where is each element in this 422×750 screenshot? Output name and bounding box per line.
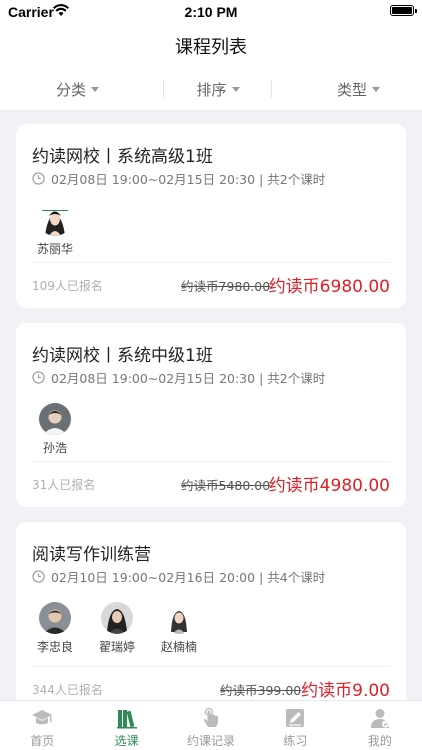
course-price: 约读币4980.00 xyxy=(268,476,390,496)
teacher-avatar xyxy=(39,403,71,435)
course-time-text: 02月08日 19:00~02月15日 20:30 | 共2个课时 xyxy=(51,371,326,386)
tab-profile[interactable]: 我的 xyxy=(338,701,422,750)
filter-category-label: 分类 xyxy=(56,80,87,99)
navigation-header: 课程列表 xyxy=(0,24,422,68)
teacher-name: 李忠良 xyxy=(36,640,73,654)
course-list[interactable]: 约读网校丨系统高级1班 02月08日 19:00~02月15日 20:30 | … xyxy=(0,110,422,700)
teacher[interactable]: 孙浩 xyxy=(32,403,78,456)
course-schedule: 02月10日 19:00~02月16日 20:00 | 共4个课时 xyxy=(32,567,325,586)
course-card[interactable]: 约读网校丨系统中级1班 02月08日 19:00~02月15日 20:30 | … xyxy=(16,323,406,507)
tab-courses[interactable]: 选课 xyxy=(84,701,168,750)
tab-profile-label: 我的 xyxy=(367,734,392,748)
filter-sort[interactable]: 排序 xyxy=(164,68,272,110)
enrolled-count: 109人已报名 xyxy=(32,279,103,293)
teacher-name: 翟瑞婷 xyxy=(98,640,135,654)
original-price: 约读币399.00 xyxy=(220,683,302,698)
graduation-cap-icon xyxy=(32,710,53,725)
course-time-text: 02月10日 19:00~02月16日 20:00 | 共4个课时 xyxy=(51,570,326,585)
card-divider xyxy=(32,461,390,462)
teacher-avatar xyxy=(39,602,71,634)
tab-home[interactable]: 首页 xyxy=(0,701,84,750)
card-divider xyxy=(32,262,390,263)
clock-icon xyxy=(32,371,45,384)
clock-icon xyxy=(32,570,45,583)
course-price: 约读币6980.00 xyxy=(268,277,390,297)
course-card[interactable]: 约读网校丨系统高级1班 02月08日 19:00~02月15日 20:30 | … xyxy=(16,124,406,308)
teacher-avatar xyxy=(39,204,71,236)
filter-type-label: 类型 xyxy=(336,80,367,99)
filter-category[interactable]: 分类 xyxy=(0,68,164,110)
teacher-name: 赵楠楠 xyxy=(160,640,197,654)
filter-bar: 分类 排序 类型 xyxy=(0,68,422,110)
course-card[interactable]: 阅读写作训练营 02月10日 19:00~02月16日 20:00 | 共4个课… xyxy=(16,522,406,700)
teacher[interactable]: 苏丽华 xyxy=(32,204,78,257)
user-icon xyxy=(370,709,389,728)
battery-icon xyxy=(390,5,414,16)
hand-pointer-icon xyxy=(203,707,219,727)
teacher-avatar xyxy=(163,602,195,634)
books-icon xyxy=(116,710,137,729)
original-price: 约读币7980.00 xyxy=(181,279,271,294)
filter-sort-label: 排序 xyxy=(196,80,227,99)
pencil-note-icon xyxy=(286,709,305,727)
tab-practice[interactable]: 练习 xyxy=(253,701,337,750)
course-schedule: 02月08日 19:00~02月15日 20:30 | 共2个课时 xyxy=(32,368,325,387)
caret-down-icon xyxy=(231,87,240,92)
teacher-avatar xyxy=(101,602,133,634)
page-title: 课程列表 xyxy=(175,37,247,58)
teacher-list: 李忠良 翟瑞婷 赵楠楠 xyxy=(32,602,218,655)
battery-cap xyxy=(415,9,417,13)
clock-time: 2:10 PM xyxy=(184,4,238,20)
caret-down-icon xyxy=(372,87,380,92)
clock-icon xyxy=(32,172,45,185)
tab-booking-records-label: 约课记录 xyxy=(187,734,236,748)
teacher-list: 苏丽华 xyxy=(32,204,94,257)
teacher-name: 苏丽华 xyxy=(36,242,73,256)
tab-practice-label: 练习 xyxy=(283,734,308,748)
course-title: 阅读写作训练营 xyxy=(32,545,151,565)
enrolled-count: 344人已报名 xyxy=(32,683,103,697)
course-time-text: 02月08日 19:00~02月15日 20:30 | 共2个课时 xyxy=(51,172,326,187)
card-divider xyxy=(32,666,390,667)
teacher[interactable]: 赵楠楠 xyxy=(156,602,202,655)
teacher[interactable]: 翟瑞婷 xyxy=(94,602,140,655)
course-title: 约读网校丨系统中级1班 xyxy=(32,346,213,366)
enrolled-count: 31人已报名 xyxy=(32,478,96,492)
course-title: 约读网校丨系统高级1班 xyxy=(32,147,213,167)
tab-home-label: 首页 xyxy=(30,734,55,748)
teacher-name: 孙浩 xyxy=(42,441,67,455)
status-bar: Carrier 2:10 PM xyxy=(0,0,422,24)
tab-bar: 首页 选课 约课记录 练习 我的 xyxy=(0,700,422,750)
teacher[interactable]: 李忠良 xyxy=(32,602,78,655)
caret-down-icon xyxy=(91,87,100,92)
tab-courses-label: 选课 xyxy=(114,734,139,748)
tab-booking-records[interactable]: 约课记录 xyxy=(169,701,253,750)
filter-type[interactable]: 类型 xyxy=(272,68,422,110)
original-price: 约读币5480.00 xyxy=(181,478,271,493)
teacher-list: 孙浩 xyxy=(32,403,94,456)
course-schedule: 02月08日 19:00~02月15日 20:30 | 共2个课时 xyxy=(32,169,325,188)
course-price: 约读币9.00 xyxy=(301,681,390,700)
